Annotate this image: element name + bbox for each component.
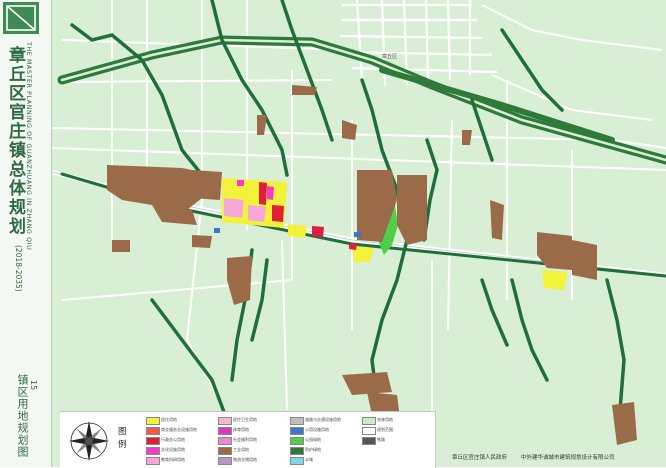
legend-label: 体育用地 [233,427,249,432]
legend-label: 农林用地 [377,417,393,422]
legend-item: 行政办公用地 [146,436,218,445]
legend-item: 商业服务业设施用地 [146,426,218,435]
legend-item: 水域 [290,456,362,465]
legend-label: 防护绿地 [305,447,321,452]
legend-label: 水域 [305,457,313,462]
legend-label: 公用设施用地 [305,427,329,432]
legend-item: 教育科研用地 [146,456,218,465]
footer-client: 章丘区官庄镇人民政府 [452,455,508,461]
map-legend: 图例 居住用地商业服务业设施用地 行政办公用地 文化设施用地 教育科研用地 医疗卫生用地… [60,411,436,468]
legend-label: 文化设施用地 [161,447,185,452]
legend-swatch [362,427,376,435]
legend-item: 文化设施用地 [146,446,218,455]
legend-swatch [146,437,160,445]
legend-item: 公用设施用地 [290,426,362,435]
legend-item: 工业用地 [218,446,290,455]
title-english: THE MASTER PLANNING OF GUANZHUANG IN ZHA… [25,42,32,251]
legend-item: 居住用地 [146,416,218,425]
legend-label: 教育科研用地 [161,457,185,462]
legend-swatch [146,427,160,435]
legend-label: 社会福利用地 [233,437,257,442]
legend-label: 工业用地 [233,447,249,452]
legend-swatch [362,437,376,445]
legend-swatch [146,417,160,425]
footer-credits: 章丘区官庄镇人民政府 中外建华诚城市建筑规划设计有限公司 [436,449,666,467]
legend-title: 图例 [118,427,127,450]
legend-item: 规划范围 [362,426,434,435]
legend-label: 医疗卫生用地 [233,417,257,422]
title-sidebar: 章丘区官庄镇总体规划 THE MASTER PLANNING OF GUANZH… [0,0,52,467]
legend-swatch [290,437,304,445]
legend-item: 防护绿地 [290,446,362,455]
city-label: 章丘区 [382,53,397,60]
legend-swatch [290,417,304,425]
north-arrow-icon [66,418,112,464]
legend-label: 规划范围 [377,427,393,432]
land-use-map[interactable]: 章丘区 [52,0,666,467]
legend-item: 体育用地 [218,426,290,435]
legend-item: 农林用地 [362,416,434,425]
legend-swatch [362,417,376,425]
logo-mark [3,2,39,34]
legend-item: 社会福利用地 [218,436,290,445]
map-name: 镇区用地规划图 [16,374,29,458]
legend-items: 居住用地商业服务业设施用地 行政办公用地 文化设施用地 教育科研用地 医疗卫生用地 体育用… [146,416,432,466]
legend-swatch [218,417,232,425]
legend-swatch [290,447,304,455]
map-canvas: 章丘区 [52,0,666,467]
legend-item: 物流仓储用地 [218,456,290,465]
legend-swatch [290,457,304,465]
map-number: 15 [29,380,38,391]
legend-label: 居住用地 [161,417,177,422]
legend-item: 公园绿地 [290,436,362,445]
legend-label: 物流仓储用地 [233,457,257,462]
logo-icon [6,5,36,31]
legend-swatch [218,427,232,435]
legend-swatch [218,447,232,455]
legend-label: 道路与交通设施用地 [305,417,341,422]
legend-label: 行政办公用地 [161,437,185,442]
legend-item: 医疗卫生用地 [218,416,290,425]
map-label-block: 15 镇区用地规划图 [3,372,48,464]
legend-swatch [146,457,160,465]
legend-swatch [218,457,232,465]
legend-swatch [218,437,232,445]
legend-swatch [146,447,160,455]
legend-item: 铁路 [362,436,434,445]
legend-label: 公园绿地 [305,437,321,442]
legend-item: 道路与交通设施用地 [290,416,362,425]
legend-swatch [290,427,304,435]
plan-period: (2018-2035) [14,245,23,292]
legend-label: 铁路 [377,437,385,442]
footer-designer: 中外建华诚城市建筑规划设计有限公司 [521,455,615,461]
legend-label: 商业服务业设施用地 [161,427,197,432]
title-block: 章丘区官庄镇总体规划 THE MASTER PLANNING OF GUANZH… [3,40,49,292]
